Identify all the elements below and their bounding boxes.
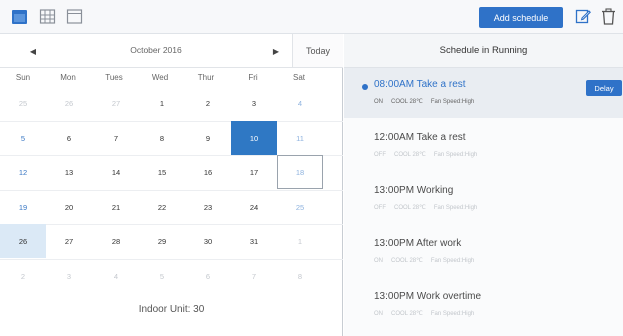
calendar-day[interactable]: 26 xyxy=(46,86,92,120)
calendar-day[interactable]: 17 xyxy=(231,155,277,189)
calendar-day[interactable]: 29 xyxy=(139,224,185,258)
toolbar: Add schedule xyxy=(0,0,623,34)
calendar-day[interactable]: 18 xyxy=(277,155,323,189)
calendar-day[interactable]: 11 xyxy=(277,121,323,155)
calendar-day[interactable]: 24 xyxy=(231,190,277,224)
calendar-day[interactable]: 5 xyxy=(139,259,185,293)
today-button[interactable]: Today xyxy=(292,34,343,67)
calendar-day[interactable]: 7 xyxy=(93,121,139,155)
schedule-mode: COOL 28℃ xyxy=(394,152,426,158)
schedule-fan: Fan Speed:High xyxy=(430,311,475,317)
schedule-meta: ON COOL 28℃ Fan Speed:High xyxy=(374,257,482,264)
calendar-day[interactable]: 14 xyxy=(93,155,139,189)
indoor-unit-label: Indoor Unit: 30 xyxy=(138,304,205,315)
prev-month-button[interactable]: ◀ xyxy=(27,44,39,58)
add-schedule-button[interactable]: Add schedule xyxy=(479,7,563,28)
schedule-title: 13:00PM After work xyxy=(374,238,462,249)
schedule-power: ON xyxy=(374,99,383,105)
calendar-day[interactable]: 26 xyxy=(0,224,46,258)
calendar-day[interactable]: 2 xyxy=(185,86,231,120)
calendar-day[interactable]: 28 xyxy=(93,224,139,258)
schedule-power: ON xyxy=(374,311,383,317)
schedule-meta: ON COOL 28℃ Fan Speed:High xyxy=(374,310,482,317)
calendar-day[interactable]: 19 xyxy=(0,190,46,224)
calendar-day[interactable]: 5 xyxy=(0,121,46,155)
calendar-day[interactable]: 12 xyxy=(0,155,46,189)
edit-icon[interactable] xyxy=(575,8,591,24)
calendar-day[interactable]: 25 xyxy=(0,86,46,120)
calendar-day[interactable]: 10 xyxy=(231,121,277,155)
month-label: October 2016 xyxy=(130,45,182,55)
calendar-grid: 25 26 27 1 2 3 4 5 6 7 8 9 10 11 12 13 14 15 16 17 18 19 20 21 2… xyxy=(0,86,343,294)
calendar-day[interactable]: 8 xyxy=(139,121,185,155)
calendar-header: ◀ October 2016 ▶ Today xyxy=(0,34,343,68)
weekday-label: Sun xyxy=(15,73,31,82)
schedule-title: 12:00AM Take a rest xyxy=(374,132,466,143)
calendar-day[interactable]: 13 xyxy=(46,155,92,189)
calendar-day[interactable]: 15 xyxy=(139,155,185,189)
calendar-day[interactable]: 4 xyxy=(277,86,323,120)
calendar-panel: ◀ October 2016 ▶ Today Sun Mon Tues Wed … xyxy=(0,34,343,336)
calendar-day[interactable]: 8 xyxy=(277,259,323,293)
weekday-label: Sat xyxy=(292,73,305,82)
active-dot-icon xyxy=(362,84,368,90)
calendar-day[interactable]: 22 xyxy=(139,190,185,224)
weekday-label: Tues xyxy=(105,73,123,82)
calendar-day[interactable]: 3 xyxy=(46,259,92,293)
schedule-power: OFF xyxy=(374,205,386,211)
calendar-day[interactable]: 2 xyxy=(0,259,46,293)
calendar-day[interactable]: 6 xyxy=(46,121,92,155)
schedule-header: Schedule in Running xyxy=(344,34,623,68)
schedule-panel: Schedule in Running 08:00AM Take a rest O… xyxy=(344,34,623,336)
schedule-mode: COOL 28℃ xyxy=(391,311,423,317)
trash-icon[interactable] xyxy=(601,8,616,25)
calendar-icon[interactable] xyxy=(11,8,28,25)
calendar-day[interactable]: 1 xyxy=(139,86,185,120)
schedule-fan: Fan Speed:High xyxy=(430,99,475,105)
schedule-fan: Fan Speed:High xyxy=(430,258,475,264)
calendar-day[interactable]: 1 xyxy=(277,224,323,258)
weekday-label: Thur xyxy=(197,73,215,82)
schedule-power: ON xyxy=(374,258,383,264)
schedule-title: 13:00PM Working xyxy=(374,185,454,196)
schedule-meta: ON COOL 28℃ Fan Speed:High xyxy=(374,98,482,105)
weekday-label: Mon xyxy=(60,73,76,82)
calendar-day[interactable]: 20 xyxy=(46,190,92,224)
calendar-day[interactable]: 27 xyxy=(46,224,92,258)
blank-calendar-icon[interactable] xyxy=(66,8,83,25)
calendar-day[interactable]: 31 xyxy=(231,224,277,258)
calendar-day[interactable]: 3 xyxy=(231,86,277,120)
schedule-fan: Fan Speed:High xyxy=(433,205,478,211)
schedule-mode: COOL 28℃ xyxy=(391,258,423,264)
calendar-day[interactable]: 9 xyxy=(185,121,231,155)
schedule-meta: OFF COOL 28℃ Fan Speed:High xyxy=(374,151,485,158)
weekday-label: Wed xyxy=(151,73,169,82)
schedule-power: OFF xyxy=(374,152,386,158)
schedule-item[interactable]: 13:00PM Work overtime ON COOL 28℃ Fan Speed… xyxy=(344,280,623,330)
grid-icon[interactable] xyxy=(39,8,56,25)
delay-button[interactable]: Delay xyxy=(586,80,622,96)
schedule-title: 13:00PM Work overtime xyxy=(374,291,482,302)
weekday-label: Fri xyxy=(248,73,258,82)
schedule-meta: OFF COOL 28℃ Fan Speed:High xyxy=(374,204,485,211)
schedule-item[interactable]: 13:00PM Working OFF COOL 28℃ Fan Speed:High xyxy=(344,174,623,224)
calendar-day[interactable]: 4 xyxy=(93,259,139,293)
calendar-day[interactable]: 16 xyxy=(185,155,231,189)
schedule-fan: Fan Speed:High xyxy=(433,152,478,158)
schedule-item[interactable]: 13:00PM After work ON COOL 28℃ Fan Speed:Hi… xyxy=(344,227,623,277)
calendar-day[interactable]: 23 xyxy=(185,190,231,224)
calendar-day[interactable]: 7 xyxy=(231,259,277,293)
calendar-day[interactable]: 21 xyxy=(93,190,139,224)
schedule-item[interactable]: 12:00AM Take a rest OFF COOL 28℃ Fan Speed:… xyxy=(344,121,623,171)
calendar-day[interactable]: 25 xyxy=(277,190,323,224)
calendar-day[interactable]: 6 xyxy=(185,259,231,293)
schedule-title: 08:00AM Take a rest xyxy=(374,79,466,90)
next-month-button[interactable]: ▶ xyxy=(270,44,282,58)
schedule-mode: COOL 28℃ xyxy=(391,99,423,105)
weekday-header: Sun Mon Tues Wed Thur Fri Sat xyxy=(0,68,343,86)
schedule-mode: COOL 28℃ xyxy=(394,205,426,211)
calendar-day[interactable]: 30 xyxy=(185,224,231,258)
calendar-day[interactable]: 27 xyxy=(93,86,139,120)
schedule-item[interactable]: 08:00AM Take a rest ON COOL 28℃ Fan Speed:H… xyxy=(344,68,623,118)
